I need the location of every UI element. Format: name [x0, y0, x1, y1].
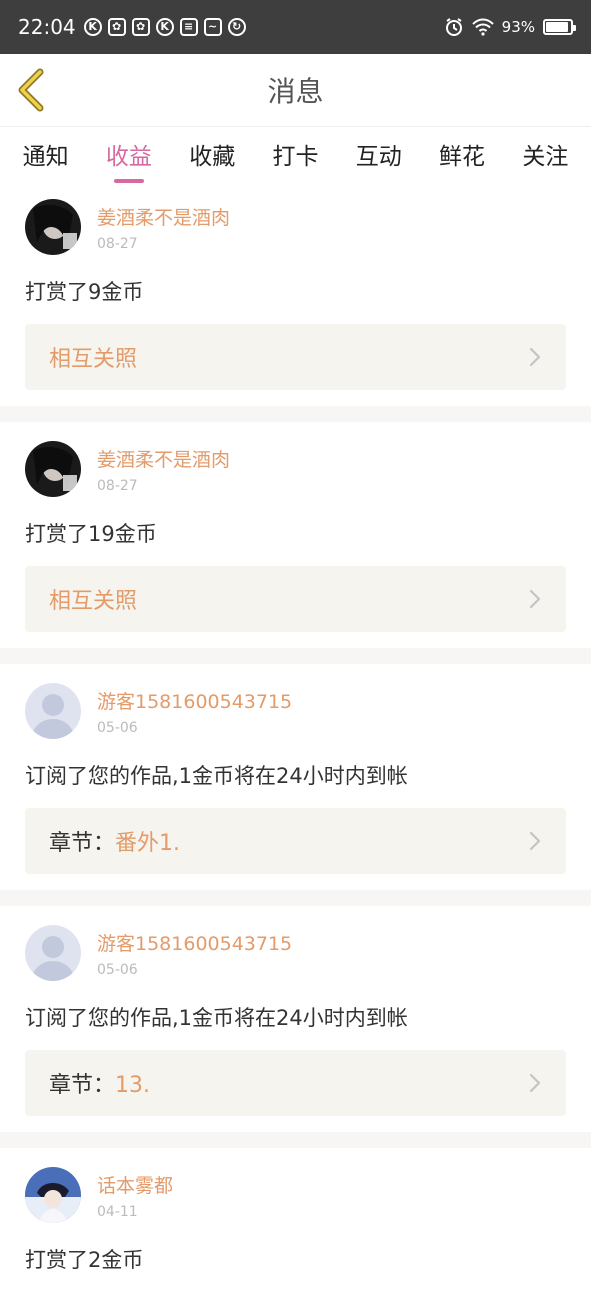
reference-text: 章节：13. [49, 1067, 150, 1099]
avatar[interactable] [25, 1167, 81, 1223]
user-name[interactable]: 姜酒柔不是酒肉 [97, 445, 230, 472]
wifi-icon [471, 18, 494, 36]
divider [0, 890, 591, 906]
user-name[interactable]: 话本雾都 [97, 1171, 173, 1198]
tab-follow[interactable]: 关注 [522, 127, 568, 171]
message-text: 打赏了2金币 [25, 1248, 144, 1272]
status-bar: 22:04 K ✿ ✿ K ≡ ~ ↻ 93% [0, 0, 591, 54]
status-right: 93% [444, 17, 576, 37]
back-arrow-icon[interactable] [14, 68, 50, 112]
tab-income[interactable]: 收益 [106, 127, 152, 183]
message-text: 打赏了19金币 [25, 522, 157, 546]
reference-title: 番外1. [115, 831, 181, 856]
tab-favorites[interactable]: 收藏 [189, 127, 235, 171]
gallery-icon: ~ [203, 18, 222, 36]
message-user: 游客1581600543715 05-06 [25, 918, 566, 988]
reference-link[interactable]: 章节：番外1. [25, 808, 566, 874]
tab-flowers[interactable]: 鲜花 [439, 127, 485, 171]
tab-checkin[interactable]: 打卡 [272, 127, 318, 171]
reference-title: 相互关照 [49, 347, 138, 372]
message-card: 话本雾都 04-11 打赏了2金币 [0, 1148, 591, 1308]
tab-notice[interactable]: 通知 [23, 127, 69, 171]
tab-interaction[interactable]: 互动 [356, 127, 402, 171]
reference-prefix: 章节： [49, 1073, 116, 1098]
message-text: 订阅了您的作品,1金币将在24小时内到帐 [25, 1006, 408, 1030]
avatar[interactable] [25, 441, 81, 497]
message-text: 打赏了9金币 [25, 280, 144, 304]
message-card: 游客1581600543715 05-06 订阅了您的作品,1金币将在24小时内到帐… [0, 664, 591, 890]
user-name[interactable]: 姜酒柔不是酒肉 [97, 203, 230, 230]
message-date: 05-06 [97, 719, 138, 736]
k-app-icon: K [83, 18, 102, 36]
sync-icon: ↻ [227, 18, 246, 36]
app-header: 消息 [0, 54, 591, 126]
divider [0, 406, 591, 422]
message-card: 姜酒柔不是酒肉 08-27 打赏了9金币相互关照 [0, 180, 591, 406]
chevron-right-icon [529, 831, 541, 851]
reference-link[interactable]: 章节：13. [25, 1050, 566, 1116]
message-card: 游客1581600543715 05-06 订阅了您的作品,1金币将在24小时内到帐… [0, 906, 591, 1132]
user-name[interactable]: 游客1581600543715 [97, 929, 292, 956]
message-user: 姜酒柔不是酒肉 08-27 [25, 192, 566, 262]
reference-text: 章节：番外1. [49, 825, 180, 857]
message-card: 姜酒柔不是酒肉 08-27 打赏了19金币 相互关照 [0, 422, 591, 648]
reference-prefix: 章节： [49, 831, 116, 856]
message-user: 游客1581600543715 05-06 [25, 676, 566, 746]
status-time: 22:04 [18, 15, 76, 39]
notes-icon: ≡ [179, 18, 198, 36]
message-date: 08-27 [97, 477, 138, 494]
reference-text: 相互关照 [49, 583, 137, 615]
paw-app-icon: ✿ [107, 18, 126, 36]
user-name[interactable]: 游客1581600543715 [97, 687, 292, 714]
reference-link[interactable]: 相互关照 [25, 566, 566, 632]
reference-title: 相互关照 [49, 589, 138, 614]
message-user: 话本雾都 04-11 [25, 1160, 566, 1230]
k-app-icon-2: K [155, 18, 174, 36]
divider [0, 648, 591, 664]
alarm-icon [445, 18, 462, 36]
chevron-right-icon [529, 589, 541, 609]
avatar[interactable] [25, 683, 81, 739]
reference-title: 13. [115, 1073, 151, 1098]
status-left: 22:04 K ✿ ✿ K ≡ ~ ↻ [18, 15, 246, 39]
paw-app-icon-2: ✿ [131, 18, 150, 36]
message-date: 04-11 [97, 1203, 138, 1220]
message-list: 姜酒柔不是酒肉 08-27 打赏了9金币 相互关照 姜酒柔不是酒肉 08-27 打赏了19金… [0, 180, 591, 1308]
tab-bar: 通知 收益 收藏 打卡 互动 鲜花 关注 [0, 126, 591, 183]
page-title: 消息 [267, 75, 324, 108]
chevron-right-icon [529, 347, 541, 367]
chevron-right-icon [529, 1073, 541, 1093]
message-date: 08-27 [97, 235, 138, 252]
divider [0, 1132, 591, 1148]
avatar[interactable] [25, 925, 81, 981]
message-user: 姜酒柔不是酒肉 08-27 [25, 434, 566, 504]
message-text: 订阅了您的作品,1金币将在24小时内到帐 [25, 764, 408, 788]
battery-percent: 93% [501, 18, 535, 36]
reference-link[interactable]: 相互关照 [25, 324, 566, 390]
message-date: 05-06 [97, 961, 138, 978]
battery-icon [543, 19, 576, 35]
avatar[interactable] [25, 199, 81, 255]
reference-text: 相互关照 [49, 341, 137, 373]
